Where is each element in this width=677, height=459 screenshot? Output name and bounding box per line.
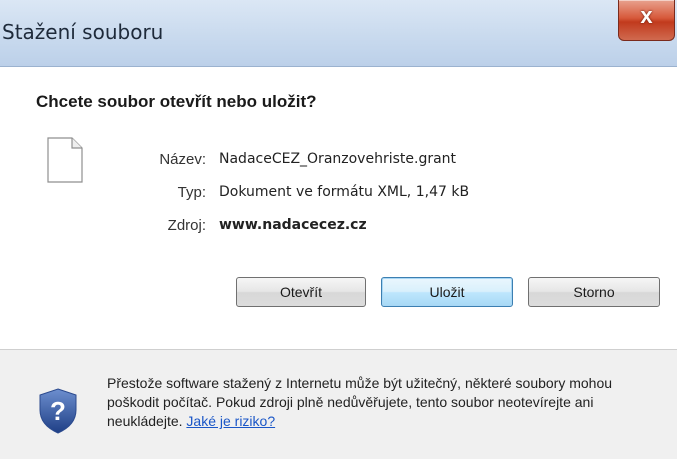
file-type-value: Dokument ve formátu XML, 1,47 kB	[219, 184, 470, 200]
source-label: Zdroj:	[167, 217, 206, 234]
dialog-heading: Chcete soubor otevřít nebo uložit?	[36, 92, 317, 111]
cancel-button[interactable]: Storno	[528, 277, 660, 307]
close-icon: x	[640, 3, 653, 28]
open-button[interactable]: Otevřít	[236, 277, 366, 307]
file-name-value: NadaceCEZ_Oranzovehriste.grant	[219, 151, 457, 167]
svg-text:?: ?	[50, 396, 66, 426]
risk-link[interactable]: Jaké je riziko?	[186, 413, 275, 429]
window-title: Stažení souboru	[2, 20, 164, 44]
save-button[interactable]: Uložit	[381, 277, 513, 307]
shield-question-icon: ?	[39, 388, 77, 434]
warning-footer: ? Přestože software stažený z Internetu …	[0, 349, 677, 459]
file-source-value: www.nadacecez.cz	[219, 217, 367, 233]
type-label: Typ:	[177, 184, 206, 201]
warning-message: Přestože software stažený z Internetu mů…	[107, 375, 613, 429]
name-label: Název:	[159, 151, 206, 168]
warning-text: Přestože software stažený z Internetu mů…	[107, 374, 667, 431]
title-bar[interactable]: Stažení souboru x	[0, 0, 677, 67]
close-button[interactable]: x	[618, 0, 675, 41]
dialog-content: Chcete soubor otevřít nebo uložit? Název…	[0, 67, 677, 349]
